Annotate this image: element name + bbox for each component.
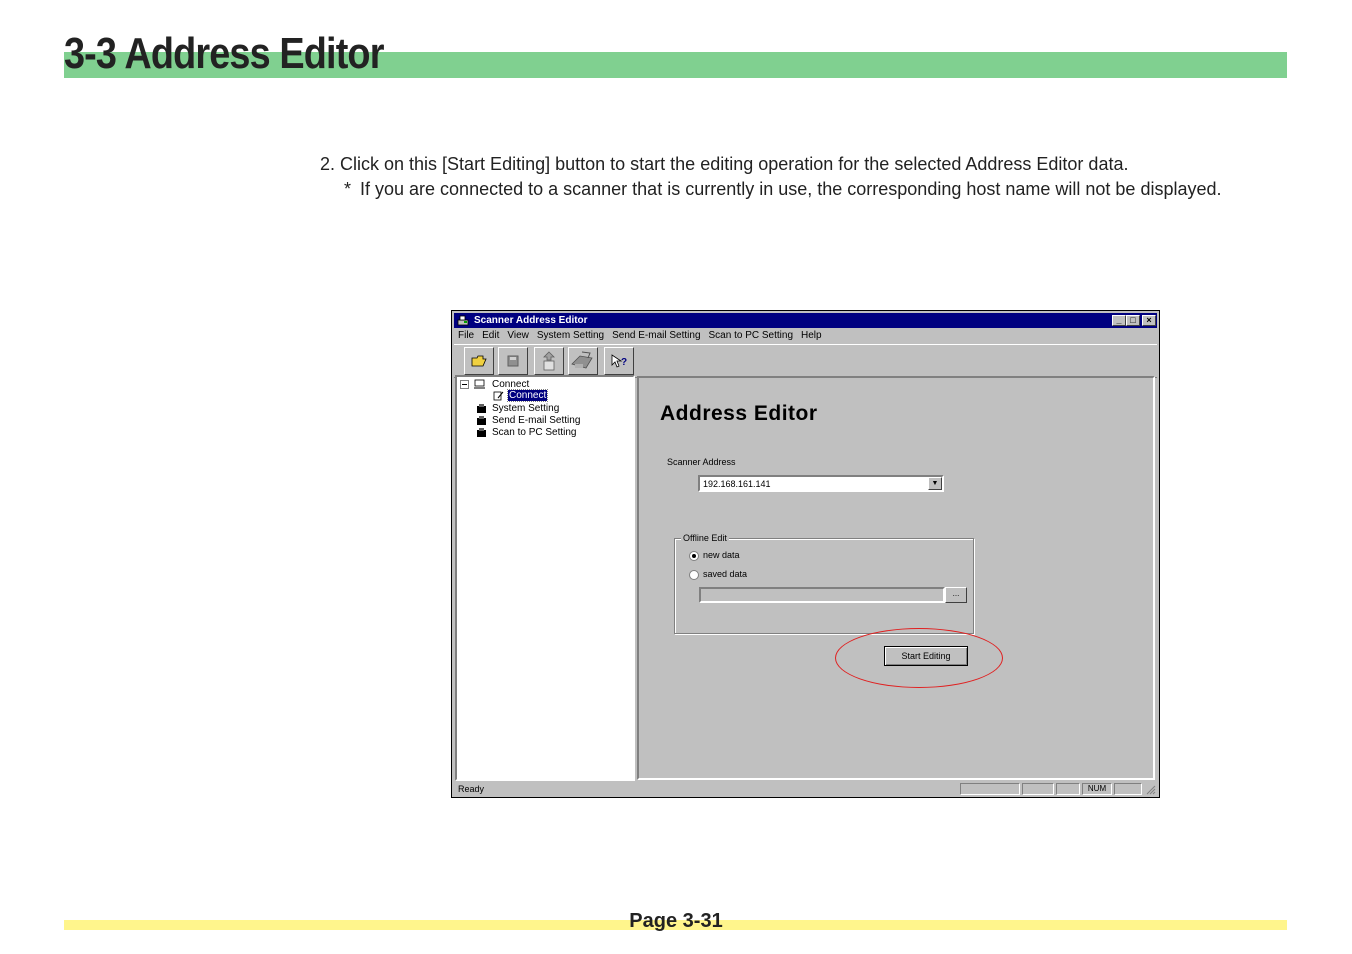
radio-new-data-label: new data — [703, 550, 740, 560]
connect-scanner-button[interactable] — [568, 347, 598, 375]
upload-button[interactable] — [534, 347, 564, 375]
radio-new-data[interactable] — [689, 551, 699, 561]
scanner-address-editor-window: Scanner Address Editor _ □ × File Edit Vie… — [451, 310, 1160, 798]
chevron-down-icon: ▼ — [931, 480, 939, 487]
status-pane — [1056, 783, 1080, 795]
highlight-ellipse — [835, 628, 1003, 688]
address-editor-panel: Address Editor Scanner Address 192.168.1… — [637, 376, 1155, 780]
menu-bar: File Edit View System Setting Send E-mail Se… — [454, 328, 1157, 344]
status-bar: Ready NUM — [454, 782, 1157, 796]
tree-item-send-email-setting[interactable]: Send E-mail Setting — [492, 415, 580, 427]
page-number: Page 3-31 — [629, 910, 723, 932]
minimize-button[interactable]: _ — [1112, 315, 1126, 326]
navigation-tree[interactable]: Connect Connect System Setting Send E-ma… — [455, 375, 635, 781]
setting-box-icon — [477, 404, 486, 413]
note-text: If you are connected to a scanner that i… — [360, 179, 1222, 199]
open-folder-icon — [471, 355, 487, 367]
tree-collapse-toggle[interactable] — [460, 380, 469, 393]
help-button[interactable]: ? — [604, 347, 634, 375]
instruction-note: * If you are connected to a scanner that… — [320, 177, 1280, 202]
saved-data-path-input[interactable] — [699, 587, 945, 603]
offline-edit-label: Offline Edit — [681, 532, 729, 544]
radio-saved-data[interactable] — [689, 570, 699, 580]
close-button[interactable]: × — [1142, 315, 1156, 326]
save-button[interactable] — [498, 347, 528, 375]
save-disk-icon — [507, 355, 519, 367]
status-pane — [1022, 783, 1054, 795]
context-help-icon: ? — [611, 354, 627, 368]
tree-item-scan-to-pc-setting[interactable]: Scan to PC Setting — [492, 427, 577, 439]
menu-view[interactable]: View — [503, 328, 533, 344]
minimize-icon: _ — [1116, 315, 1122, 325]
menu-edit[interactable]: Edit — [478, 328, 503, 344]
note-mark: * — [344, 179, 352, 199]
app-icon — [457, 315, 469, 326]
panel-title: Address Editor — [660, 402, 818, 425]
upload-document-icon — [543, 351, 555, 371]
toolbar: ? — [454, 344, 1157, 378]
close-icon: × — [1146, 315, 1152, 325]
tree-item-system-setting[interactable]: System Setting — [492, 403, 559, 415]
tree-item-connect-label: Connect — [506, 389, 549, 402]
status-num-indicator: NUM — [1082, 783, 1112, 795]
scanner-address-value: 192.168.161.141 — [703, 479, 771, 489]
scanner-address-combobox[interactable]: 192.168.161.141 ▼ — [698, 475, 944, 492]
title-bar[interactable]: Scanner Address Editor _ □ × — [454, 313, 1157, 328]
menu-file[interactable]: File — [454, 328, 478, 344]
resize-grip-icon[interactable] — [1145, 784, 1156, 795]
menu-help[interactable]: Help — [797, 328, 826, 344]
offline-edit-group: Offline Edit new data saved data ... — [674, 532, 974, 634]
instructions: 2. Click on this [Start Editing] button … — [320, 152, 1280, 202]
computer-icon — [474, 379, 485, 389]
instruction-step: 2. Click on this [Start Editing] button … — [320, 154, 1129, 174]
menu-send-email-setting[interactable]: Send E-mail Setting — [608, 328, 704, 344]
minus-box-icon — [460, 380, 469, 389]
dropdown-button[interactable]: ▼ — [928, 477, 942, 490]
window-title: Scanner Address Editor — [474, 315, 588, 326]
scanner-network-icon — [571, 351, 593, 369]
radio-saved-data-label: saved data — [703, 569, 748, 579]
maximize-icon: □ — [1130, 315, 1136, 325]
open-button[interactable] — [464, 347, 494, 375]
setting-box-icon — [477, 428, 486, 437]
edit-document-icon — [493, 391, 504, 401]
tree-item-connect-child[interactable]: Connect — [506, 389, 549, 402]
menu-system-setting[interactable]: System Setting — [533, 328, 608, 344]
scanner-address-label: Scanner Address — [667, 457, 736, 467]
setting-box-icon — [477, 416, 486, 425]
status-pane — [960, 783, 1020, 795]
page-title: 3-3 Address Editor — [64, 29, 384, 78]
menu-scan-to-pc-setting[interactable]: Scan to PC Setting — [705, 328, 798, 344]
maximize-button[interactable]: □ — [1126, 315, 1140, 326]
status-text: Ready — [458, 784, 485, 794]
status-pane — [1114, 783, 1142, 795]
browse-button[interactable]: ... — [945, 587, 967, 603]
svg-text:?: ? — [621, 357, 627, 368]
